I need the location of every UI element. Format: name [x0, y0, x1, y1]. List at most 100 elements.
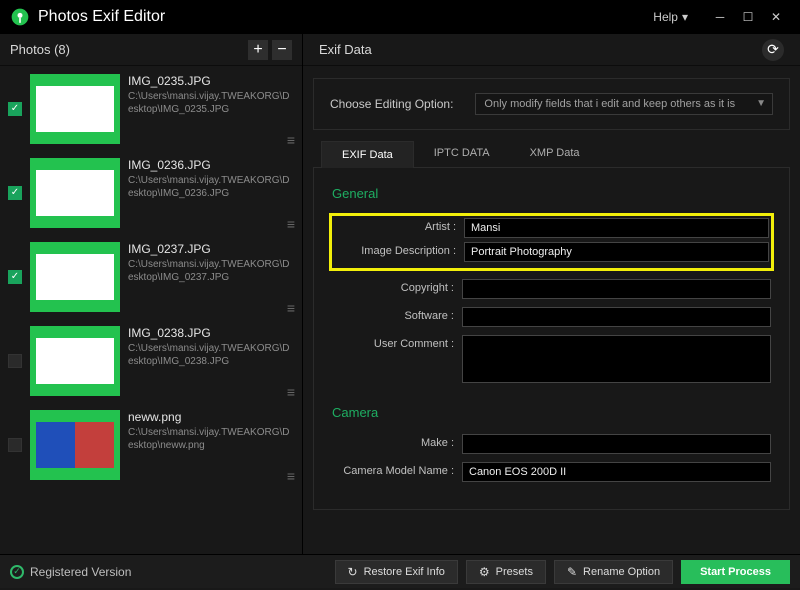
comment-label: User Comment : — [332, 335, 462, 350]
restore-label: Restore Exif Info — [364, 566, 445, 578]
statusbar: ✓ Registered Version ↻Restore Exif Info … — [0, 554, 800, 588]
photo-thumbnail — [30, 326, 120, 396]
model-label: Camera Model Name : — [332, 462, 462, 477]
data-tabs: EXIF Data IPTC DATA XMP Data — [313, 140, 790, 168]
sort-icon[interactable]: ≡ — [287, 468, 292, 484]
comment-textarea[interactable] — [462, 335, 771, 383]
photo-list: ✓ IMG_0235.JPG C:\Users\mansi.vijay.TWEAKO… — [0, 66, 302, 554]
photo-checkbox[interactable]: ✓ — [8, 354, 22, 368]
list-item[interactable]: ✓ IMG_0236.JPG C:\Users\mansi.vijay.TWEAKO… — [8, 158, 294, 228]
sort-icon[interactable]: ≡ — [287, 300, 292, 316]
photo-thumbnail — [30, 410, 120, 480]
photo-name: IMG_0235.JPG — [128, 74, 294, 88]
pencil-icon: ✎ — [567, 565, 577, 579]
check-icon: ✓ — [10, 565, 24, 579]
photo-thumbnail — [30, 242, 120, 312]
photo-name: IMG_0237.JPG — [128, 242, 294, 256]
field-make: Make : — [332, 434, 771, 454]
start-label: Start Process — [700, 566, 771, 578]
copyright-label: Copyright : — [332, 279, 462, 294]
photo-path: C:\Users\mansi.vijay.TWEAKORG\Desktop\ne… — [128, 427, 294, 452]
list-item[interactable]: ✓ IMG_0238.JPGC:\Users\mansi.vijay.TWEAKO… — [8, 326, 294, 396]
tab-xmp[interactable]: XMP Data — [510, 140, 600, 167]
chevron-down-icon: ▾ — [682, 10, 688, 24]
photo-name: IMG_0236.JPG — [128, 158, 294, 172]
field-artist: Artist : — [334, 218, 769, 238]
presets-label: Presets — [496, 566, 533, 578]
photo-path: C:\Users\mansi.vijay.TWEAKORG\Desktop\IM… — [128, 259, 294, 284]
maximize-button[interactable]: ☐ — [734, 3, 762, 31]
restore-exif-button[interactable]: ↻ Restore Exif Info — [335, 560, 458, 584]
help-label: Help — [653, 10, 678, 24]
content-header: Exif Data ⟳ — [303, 34, 800, 66]
field-image-description: Image Description : — [334, 242, 769, 262]
list-item[interactable]: ✓ IMG_0237.JPG C:\Users\mansi.vijay.TWEAKO… — [8, 242, 294, 312]
sort-icon[interactable]: ≡ — [287, 132, 292, 148]
description-label: Image Description : — [334, 242, 464, 257]
titlebar: Photos Exif Editor Help ▾ ─ ☐ ✕ — [0, 0, 800, 34]
app-title: Photos Exif Editor — [38, 8, 653, 26]
artist-input[interactable] — [464, 218, 769, 238]
editing-option-select[interactable]: Only modify fields that i edit and keep … — [475, 93, 773, 115]
editing-option-value: Only modify fields that i edit and keep … — [484, 98, 735, 110]
exif-heading: Exif Data — [319, 42, 762, 57]
presets-button[interactable]: ⚙ Presets — [466, 560, 546, 584]
photo-meta: IMG_0237.JPG C:\Users\mansi.vijay.TWEAKOR… — [128, 242, 294, 284]
photo-meta: IMG_0238.JPGC:\Users\mansi.vijay.TWEAKOR… — [128, 326, 294, 368]
photo-path: C:\Users\mansi.vijay.TWEAKORG\Desktop\IM… — [128, 175, 294, 200]
tab-iptc[interactable]: IPTC DATA — [414, 140, 510, 167]
chevron-down-icon: ▼ — [756, 98, 766, 109]
photo-path: C:\Users\mansi.vijay.TWEAKORG\Desktop\IM… — [128, 91, 294, 116]
make-input[interactable] — [462, 434, 771, 454]
undo-icon: ↻ — [348, 565, 358, 579]
description-input[interactable] — [464, 242, 769, 262]
photo-meta: neww.png C:\Users\mansi.vijay.TWEAKORG\De… — [128, 410, 294, 452]
tab-exif[interactable]: EXIF Data — [321, 141, 414, 168]
copyright-input[interactable] — [462, 279, 771, 299]
list-item[interactable]: ✓ neww.png C:\Users\mansi.vijay.TWEAKORG\D… — [8, 410, 294, 480]
photo-thumbnail — [30, 158, 120, 228]
add-photo-button[interactable]: + — [248, 40, 268, 60]
minimize-button[interactable]: ─ — [706, 3, 734, 31]
rename-label: Rename Option — [583, 566, 660, 578]
close-button[interactable]: ✕ — [762, 3, 790, 31]
rename-option-button[interactable]: ✎ Rename Option — [554, 560, 673, 584]
registered-label: Registered Version — [30, 565, 131, 579]
photo-name: neww.png — [128, 410, 294, 424]
photo-meta: IMG_0235.JPG C:\Users\mansi.vijay.TWEAKOR… — [128, 74, 294, 116]
list-item[interactable]: ✓ IMG_0235.JPG C:\Users\mansi.vijay.TWEAKO… — [8, 74, 294, 144]
field-user-comment: User Comment : — [332, 335, 771, 383]
field-software: Software : — [332, 307, 771, 327]
artist-label: Artist : — [334, 218, 464, 233]
start-process-button[interactable]: Start Process — [681, 560, 790, 584]
exif-fields-panel: General Artist : Image Description : Cop… — [313, 168, 790, 510]
license-status: ✓ Registered Version — [10, 565, 327, 579]
field-camera-model: Camera Model Name : — [332, 462, 771, 482]
refresh-button[interactable]: ⟳ — [762, 39, 784, 61]
sidebar: Photos (8) + − ✓ IMG_0235.JPG C:\Users\man… — [0, 34, 303, 554]
software-label: Software : — [332, 307, 462, 322]
photo-checkbox[interactable]: ✓ — [8, 186, 22, 200]
field-copyright: Copyright : — [332, 279, 771, 299]
photo-thumbnail — [30, 74, 120, 144]
software-input[interactable] — [462, 307, 771, 327]
photo-checkbox[interactable]: ✓ — [8, 102, 22, 116]
app-logo-icon — [10, 7, 30, 27]
help-menu[interactable]: Help ▾ — [653, 10, 688, 24]
sort-icon[interactable]: ≡ — [287, 216, 292, 232]
section-general-title: General — [332, 186, 771, 201]
photos-count-label: Photos (8) — [10, 42, 244, 57]
content-panel: Exif Data ⟳ Choose Editing Option: Only … — [303, 34, 800, 554]
make-label: Make : — [332, 434, 462, 449]
editing-option-panel: Choose Editing Option: Only modify field… — [313, 78, 790, 130]
photo-checkbox[interactable]: ✓ — [8, 270, 22, 284]
remove-photo-button[interactable]: − — [272, 40, 292, 60]
model-input[interactable] — [462, 462, 771, 482]
sliders-icon: ⚙ — [479, 565, 490, 579]
photo-meta: IMG_0236.JPG C:\Users\mansi.vijay.TWEAKOR… — [128, 158, 294, 200]
photo-path: C:\Users\mansi.vijay.TWEAKORG\Desktop\IM… — [128, 343, 294, 368]
photo-checkbox[interactable]: ✓ — [8, 438, 22, 452]
highlighted-edit-group: Artist : Image Description : — [329, 213, 774, 271]
sort-icon[interactable]: ≡ — [287, 384, 292, 400]
editing-option-label: Choose Editing Option: — [330, 97, 453, 111]
